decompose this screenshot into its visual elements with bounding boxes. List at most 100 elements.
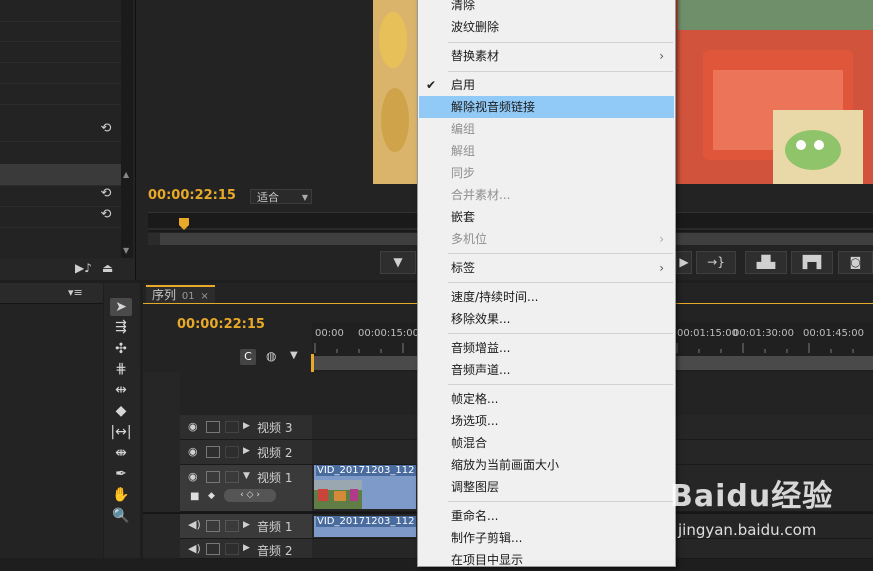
- list-item[interactable]: [0, 62, 121, 84]
- track-header-audio-2[interactable]: ◀) ▶ 音频 2: [180, 539, 312, 559]
- extract-button[interactable]: ▛▜: [791, 251, 833, 274]
- track-header-video-1[interactable]: ◉ ▼ 视频 1 ■ ◆ ‹ ◇ ›: [180, 465, 312, 512]
- lock-icon[interactable]: [225, 446, 239, 458]
- ripple-edit-tool-icon[interactable]: ✣: [110, 340, 132, 358]
- track-header-video-2[interactable]: ◉ ▶ 视频 2: [180, 440, 312, 465]
- scrollbar[interactable]: ▲ ▼: [121, 0, 133, 258]
- list-item[interactable]: ⟲: [0, 206, 121, 228]
- menu-item-merge-clips[interactable]: 合并素材...: [419, 184, 674, 206]
- menu-item-audio-channels[interactable]: 音频声道...: [419, 359, 674, 381]
- menu-item-reveal-in-project[interactable]: 在项目中显示: [419, 549, 674, 571]
- list-item[interactable]: ⟲: [0, 185, 121, 207]
- menu-item-remove-effects[interactable]: 移除效果...: [419, 308, 674, 330]
- slip-tool-icon[interactable]: |↔|: [110, 423, 132, 441]
- zoom-fit-select[interactable]: 适合 ▼: [250, 189, 312, 204]
- menu-item-clear[interactable]: 清除: [419, 0, 674, 16]
- eye-icon[interactable]: ◉: [188, 445, 198, 458]
- go-to-out-button[interactable]: →}: [696, 251, 736, 274]
- marker-icon[interactable]: ◍: [266, 349, 276, 363]
- film-icon[interactable]: [206, 471, 220, 483]
- snap-icon[interactable]: C: [240, 349, 256, 365]
- add-marker-icon[interactable]: ▼: [290, 350, 298, 361]
- menu-item-nest[interactable]: 嵌套: [419, 206, 674, 228]
- scroll-up-icon[interactable]: ▲: [123, 170, 129, 179]
- menu-item-speed-duration[interactable]: 速度/持续时间...: [419, 286, 674, 308]
- list-item[interactable]: [0, 164, 121, 186]
- audio-icon[interactable]: ▶♪: [75, 261, 92, 275]
- menu-item-multi-camera[interactable]: 多机位 ›: [419, 228, 674, 250]
- lift-button[interactable]: ▟▙: [745, 251, 787, 274]
- eye-icon[interactable]: ◉: [188, 420, 198, 433]
- sequence-timecode[interactable]: 00:00:22:15: [177, 317, 265, 332]
- collapse-icon[interactable]: ▼: [243, 471, 250, 481]
- keyframe-nav[interactable]: ‹ ◇ ›: [224, 489, 276, 502]
- menu-item-scale-to-frame[interactable]: 缩放为当前画面大小: [419, 454, 674, 476]
- track-header-audio-1[interactable]: ◀) ▶ 音频 1: [180, 514, 312, 539]
- track-header-video-3[interactable]: ◉ ▶ 视频 3: [180, 415, 312, 440]
- keyframe-icon[interactable]: ◆: [208, 491, 215, 501]
- program-timecode[interactable]: 00:00:22:15: [148, 188, 236, 203]
- pen-tool-icon[interactable]: ✒: [110, 465, 132, 483]
- scroll-down-icon[interactable]: ▼: [123, 246, 129, 255]
- tab-sequence[interactable]: 序列 01 ×: [146, 285, 215, 304]
- reset-icon[interactable]: ⟲: [99, 122, 113, 136]
- menu-item-adjustment-layer[interactable]: 调整图层: [419, 476, 674, 498]
- speaker-icon[interactable]: ◀): [188, 518, 201, 531]
- expand-icon[interactable]: ▶: [243, 421, 250, 431]
- lock-icon[interactable]: [225, 543, 239, 555]
- reset-icon[interactable]: ⟲: [99, 187, 113, 201]
- zoom-tool-icon[interactable]: 🔍: [110, 507, 132, 525]
- selection-tool-icon[interactable]: ➤: [110, 298, 132, 316]
- export-icon[interactable]: ⏏: [102, 261, 113, 275]
- hand-tool-icon[interactable]: ✋: [110, 486, 132, 504]
- film-icon[interactable]: [206, 421, 220, 433]
- close-icon[interactable]: ×: [200, 291, 208, 302]
- expand-icon[interactable]: ▶: [243, 520, 250, 530]
- menu-item-label-submenu[interactable]: 标签 ›: [419, 257, 674, 279]
- expand-icon[interactable]: ▶: [243, 543, 250, 553]
- menu-item-make-subclip[interactable]: 制作子剪辑...: [419, 527, 674, 549]
- eye-icon[interactable]: ◉: [188, 470, 198, 483]
- menu-item-replace-footage[interactable]: 替换素材 ›: [419, 45, 674, 67]
- menu-item-frame-hold[interactable]: 帧定格...: [419, 388, 674, 410]
- expand-icon[interactable]: ▶: [243, 446, 250, 456]
- list-item[interactable]: [0, 0, 121, 22]
- audio-track-icon[interactable]: [206, 543, 220, 555]
- display-style-icon[interactable]: ■: [190, 491, 199, 502]
- menu-item-group[interactable]: 编组: [419, 118, 674, 140]
- track-select-tool-icon[interactable]: ⇶: [110, 318, 132, 336]
- menu-item-ungroup[interactable]: 解组: [419, 140, 674, 162]
- add-marker-button[interactable]: ▼: [380, 251, 416, 274]
- lock-icon[interactable]: [225, 421, 239, 433]
- zoom-bar-handle[interactable]: [148, 233, 160, 245]
- speaker-icon[interactable]: ◀): [188, 542, 201, 555]
- export-frame-button[interactable]: ◙: [838, 251, 873, 274]
- rate-stretch-tool-icon[interactable]: ⇹: [110, 381, 132, 399]
- lock-icon[interactable]: [225, 471, 239, 483]
- menu-item-synchronize[interactable]: 同步: [419, 162, 674, 184]
- menu-item-field-options[interactable]: 场选项...: [419, 410, 674, 432]
- list-item[interactable]: [0, 20, 121, 42]
- menu-item-ripple-delete[interactable]: 波纹删除: [419, 16, 674, 38]
- playhead[interactable]: [179, 218, 189, 230]
- menu-item-frame-blend[interactable]: 帧混合: [419, 432, 674, 454]
- video-clip[interactable]: VID_20171203_112: [314, 465, 416, 509]
- rolling-edit-tool-icon[interactable]: ⋕: [110, 360, 132, 378]
- timeline-playhead[interactable]: [311, 354, 314, 372]
- list-item[interactable]: ⟲: [0, 120, 121, 142]
- menu-item-rename[interactable]: 重命名...: [419, 505, 674, 527]
- panel-menu-icon[interactable]: ▾≡: [68, 286, 83, 299]
- list-item[interactable]: [0, 83, 121, 105]
- lock-icon[interactable]: [225, 520, 239, 532]
- slide-tool-icon[interactable]: ⇼: [110, 444, 132, 462]
- list-item[interactable]: [0, 41, 121, 63]
- razor-tool-icon[interactable]: ◆: [110, 402, 132, 420]
- film-icon[interactable]: [206, 446, 220, 458]
- audio-clip[interactable]: VID_20171203_112: [314, 516, 416, 537]
- reset-icon[interactable]: ⟲: [99, 208, 113, 222]
- menu-item-unlink-av[interactable]: 解除视音频链接: [419, 96, 674, 118]
- menu-item-audio-gain[interactable]: 音频增益...: [419, 337, 674, 359]
- menu-item-enable[interactable]: ✔ 启用: [419, 74, 674, 96]
- audio-track-icon[interactable]: [206, 520, 220, 532]
- step-button[interactable]: ▶: [676, 251, 692, 274]
